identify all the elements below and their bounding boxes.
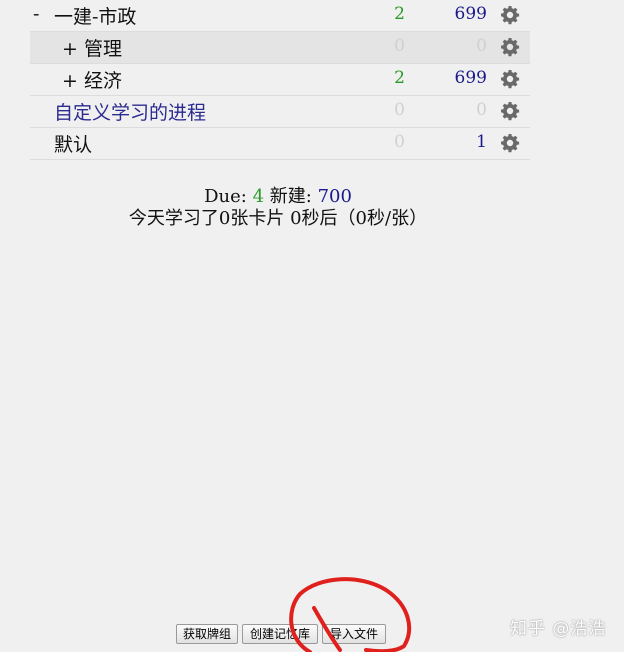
due-count: 2: [394, 68, 405, 88]
new-count: 699: [454, 4, 487, 24]
deck-name[interactable]: 一建-市政: [54, 2, 136, 29]
deck-list: - 一建-市政 2 699 + 管理 0 0 + 经济 2 699 自定义学习的…: [30, 0, 530, 160]
deck-name[interactable]: + 管理: [62, 34, 122, 61]
deck-row-custom-study[interactable]: 自定义学习的进程 0 0: [30, 96, 530, 128]
gear-icon[interactable]: [500, 101, 520, 121]
due-count: 0: [394, 36, 405, 56]
deck-name[interactable]: + 经济: [62, 66, 122, 93]
deck-row-default[interactable]: 默认 0 1: [30, 128, 530, 160]
import-file-button[interactable]: 导入文件: [322, 624, 386, 644]
gear-icon[interactable]: [500, 5, 520, 25]
gear-icon[interactable]: [500, 37, 520, 57]
deck-row-yijian-shizheng[interactable]: - 一建-市政 2 699: [30, 0, 530, 32]
new-count: 1: [476, 132, 487, 152]
due-count: 0: [394, 132, 405, 152]
deck-name[interactable]: 默认: [54, 130, 92, 157]
studied-cards: 0: [218, 208, 231, 229]
gear-icon[interactable]: [500, 69, 520, 89]
due-count: 0: [394, 100, 405, 120]
gear-icon[interactable]: [500, 133, 520, 153]
deck-row-guanli[interactable]: + 管理 0 0: [30, 32, 530, 64]
deck-row-jingji[interactable]: + 经济 2 699: [30, 64, 530, 96]
studied-cards-unit: 张卡片: [230, 208, 285, 229]
watermark: 知乎 @浩浩: [510, 619, 607, 639]
due-count: 2: [394, 4, 405, 24]
get-shared-button[interactable]: 获取牌组: [176, 624, 238, 644]
new-count: 0: [476, 36, 487, 56]
new-count: 699: [454, 68, 487, 88]
create-deck-button[interactable]: 创建记忆库: [242, 624, 318, 644]
new-count: 0: [476, 100, 487, 120]
deck-name[interactable]: 自定义学习的进程: [54, 98, 206, 125]
collapse-toggle[interactable]: -: [33, 3, 45, 25]
studied-time-unit: 秒后（0秒/张）: [301, 208, 428, 229]
studied-prefix: 今天学习了: [128, 208, 219, 229]
studied-today-summary: 今天学习了0张卡片 0秒后（0秒/张）: [0, 204, 556, 230]
studied-time: 0: [290, 208, 302, 229]
